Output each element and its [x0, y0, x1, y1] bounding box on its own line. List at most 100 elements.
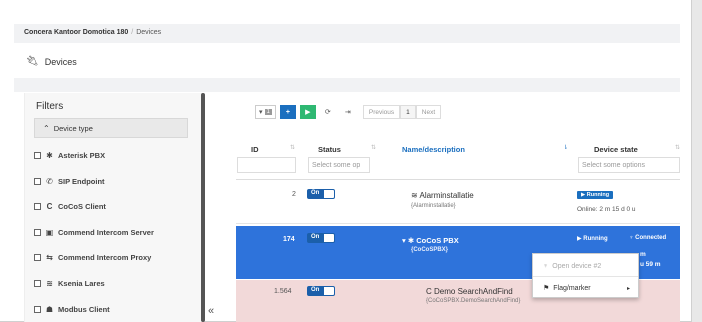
flag-marker-menu-item[interactable]: ⚑ Flag/marker ▸ — [533, 278, 640, 298]
chevron-up-icon: ⌃ — [43, 124, 50, 133]
flag-marker-label: Flag/marker — [553, 284, 591, 292]
row-id: 174 — [283, 236, 295, 243]
toggle-on-label: On — [307, 189, 324, 199]
open-device-menu-item[interactable]: ♆ Open device #2 — [533, 256, 640, 276]
table-row[interactable]: 2 On ≋ Alarminstallatie {Alarminstallati… — [236, 181, 680, 224]
filter-item-commend-intercom-server[interactable]: ▣ Commend Intercom Server — [34, 228, 154, 237]
server-icon: ▣ — [45, 228, 54, 237]
cocos-icon: C — [46, 202, 53, 211]
filter-item-commend-intercom-proxy[interactable]: ⇆ Commend Intercom Proxy — [34, 253, 151, 262]
filters-scrollbar[interactable] — [201, 93, 205, 322]
status-filter-input[interactable]: Select some op — [308, 157, 370, 173]
row-name[interactable]: ▾ ✱ CoCoS PBX — [402, 236, 459, 245]
row-id: 2 — [292, 191, 296, 198]
asterisk-icon: ✱ — [46, 151, 53, 160]
open-device-label: Open device #2 — [552, 262, 602, 270]
checkbox[interactable] — [34, 229, 41, 236]
page-size-value: 1 — [264, 109, 272, 115]
row-name[interactable]: ≋ Alarminstallatie — [411, 191, 474, 200]
plug-icon: 🔌︎ — [26, 56, 39, 67]
row-name[interactable]: C Demo SearchAndFind — [426, 287, 513, 296]
column-header-device-state[interactable]: Device state — [594, 145, 638, 154]
row-description: {CoCoSPBX.DemoSearchAndFind} — [426, 298, 521, 304]
breadcrumb-home-link[interactable]: Concera Kantoor Domotica 180 — [24, 29, 128, 36]
device-icon: ♆ — [543, 262, 549, 270]
filter-item-ksenia-lares[interactable]: ≋ Ksenia Lares — [34, 279, 105, 288]
proxy-icon: ⇆ — [46, 253, 53, 262]
checkbox[interactable] — [34, 306, 41, 313]
filter-item-label: Commend Intercom Server — [58, 228, 154, 237]
state-text-line1: m — [640, 251, 646, 258]
running-badge: ▶ Running — [577, 191, 614, 199]
filter-item-sip-endpoint[interactable]: ✆ SIP Endpoint — [34, 177, 105, 186]
phone-icon: ✆ — [46, 177, 53, 186]
row-description: {CoCoSPBX} — [411, 247, 449, 253]
filter-item-label: Ksenia Lares — [58, 279, 105, 288]
device-state-filter-input[interactable]: Select some options — [578, 157, 680, 173]
flag-icon: ⚑ — [543, 285, 550, 292]
pagination: Previous 1 Next — [362, 105, 442, 119]
column-header-name[interactable]: Name/description — [402, 145, 465, 154]
context-menu: ♆ Open device #2 ⚑ Flag/marker ▸ — [532, 253, 639, 298]
sort-icon[interactable]: ⇅ — [371, 144, 376, 151]
alarm-icon: ≋ — [411, 191, 418, 200]
header-divider — [236, 179, 680, 180]
breadcrumb-separator: / — [131, 29, 134, 36]
breadcrumb: Concera Kantoor Domotica 180/Devices — [14, 24, 680, 43]
checkbox[interactable] — [34, 178, 41, 185]
id-filter-input[interactable] — [237, 157, 296, 173]
running-badge: ▶ Running — [577, 236, 608, 242]
submenu-caret-icon: ▸ — [626, 285, 630, 292]
column-header-status[interactable]: Status — [318, 145, 341, 154]
row-description: {Alarminstallatie} — [411, 203, 456, 209]
checkbox[interactable] — [34, 203, 41, 210]
page-title: 🔌︎ Devices — [26, 56, 77, 67]
sort-ascending-icon[interactable]: ⇂ — [563, 144, 568, 151]
sort-icon[interactable]: ⇅ — [290, 144, 295, 151]
toggle-on-label: On — [307, 233, 324, 243]
toggle-on-label: On — [307, 286, 324, 296]
export-icon[interactable]: ⇥ — [339, 105, 356, 119]
online-duration: Online: 2 m 15 d 0 u — [577, 206, 636, 213]
filter-item-modbus-client[interactable]: ☗ Modbus Client — [34, 305, 110, 314]
current-page-button[interactable]: 1 — [400, 105, 416, 119]
filter-item-label: Asterisk PBX — [58, 151, 106, 160]
row-id: 1.564 — [274, 288, 292, 295]
filter-item-label: Modbus Client — [58, 305, 110, 314]
refresh-icon[interactable]: ⟳ — [319, 105, 336, 119]
filters-title: Filters — [36, 101, 64, 112]
collapse-sidebar-button[interactable]: « — [208, 305, 214, 317]
table-toolbar: ▾ 1 + ▶ ⟳ ⇥ Previous 1 Next — [255, 105, 442, 119]
state-text-line2: u 59 m — [640, 261, 661, 268]
filters-panel: Filters ⌃ Device type ✱ Asterisk PBX ✆ SIP … — [24, 93, 202, 322]
checkbox[interactable] — [34, 254, 41, 261]
add-device-button[interactable]: + — [279, 105, 296, 119]
status-toggle[interactable]: On — [307, 286, 336, 296]
previous-page-button[interactable]: Previous — [362, 105, 401, 119]
device-type-group-toggle[interactable]: ⌃ Device type — [34, 118, 188, 138]
sort-icon[interactable]: ⇅ — [675, 144, 680, 151]
filter-item-label: CoCoS Client — [58, 202, 106, 211]
page-size-dropdown[interactable]: ▾ 1 — [255, 105, 276, 119]
device-type-group-label: Device type — [53, 124, 93, 133]
alarm-icon: ≋ — [46, 279, 53, 288]
modbus-icon: ☗ — [45, 305, 54, 314]
start-button[interactable]: ▶ — [299, 105, 316, 119]
toggle-knob — [323, 233, 336, 243]
caret-down-icon: ▾ — [259, 109, 263, 116]
breadcrumb-current: Devices — [136, 29, 162, 36]
checkbox[interactable] — [34, 280, 41, 287]
filter-item-label: Commend Intercom Proxy — [58, 253, 152, 262]
next-page-button[interactable]: Next — [415, 105, 442, 119]
menu-divider — [533, 276, 638, 277]
status-toggle[interactable]: On — [307, 189, 336, 199]
filter-item-asterisk-pbx[interactable]: ✱ Asterisk PBX — [34, 151, 105, 160]
filter-item-cocos-client[interactable]: C CoCoS Client — [34, 202, 106, 211]
column-header-id[interactable]: ID — [251, 145, 259, 154]
checkbox[interactable] — [34, 152, 41, 159]
filter-item-label: SIP Endpoint — [58, 177, 105, 186]
panel-header-bar — [14, 78, 680, 92]
page-title-text: Devices — [44, 56, 77, 67]
status-toggle[interactable]: On — [307, 233, 336, 243]
toggle-knob — [323, 286, 336, 296]
